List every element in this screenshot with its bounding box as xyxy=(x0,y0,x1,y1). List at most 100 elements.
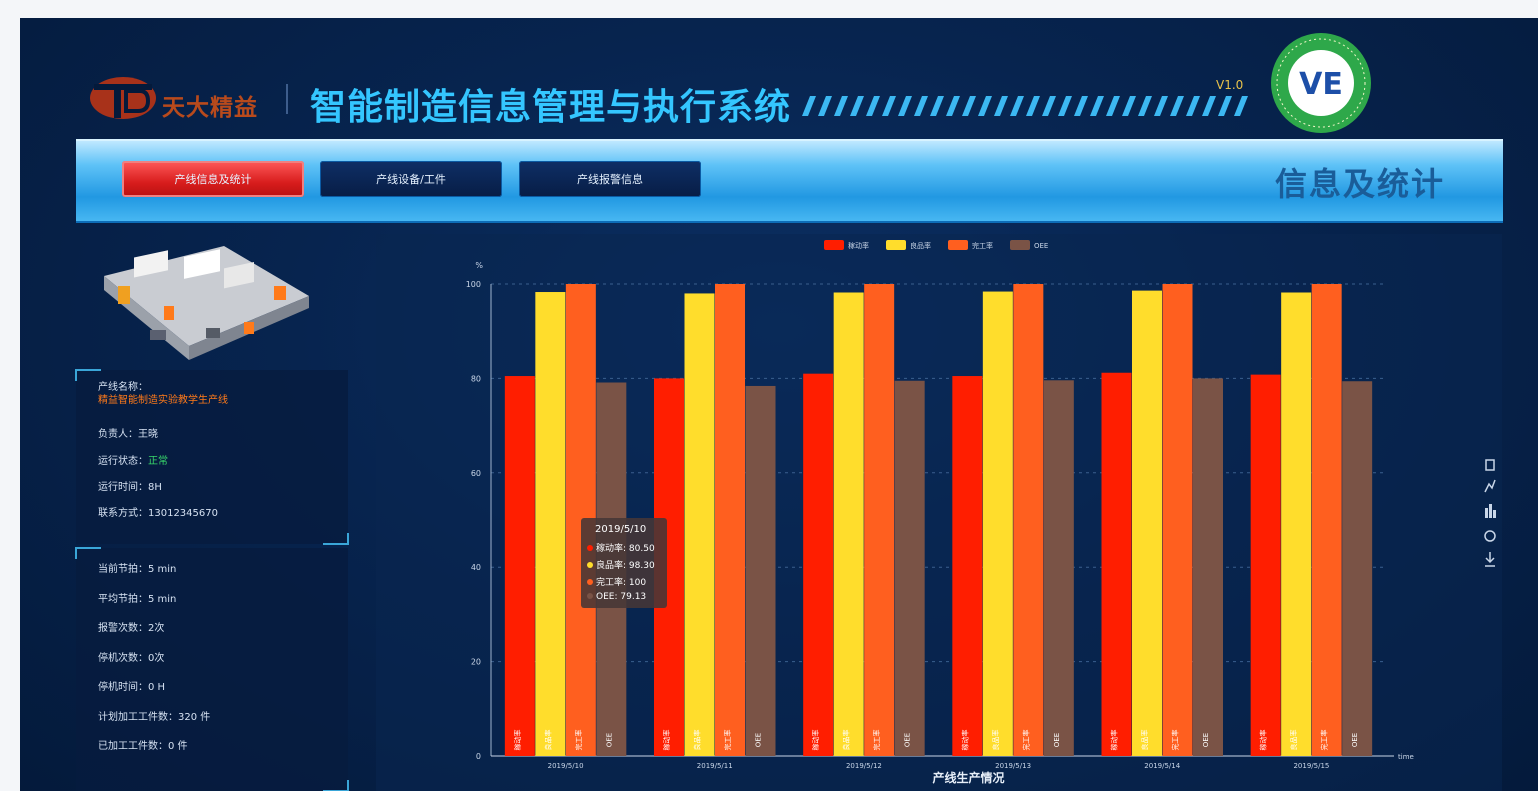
owner-row: 负责人：王晓 xyxy=(98,425,158,440)
legend-label: 良品率 xyxy=(910,241,931,250)
tooltip-dot xyxy=(587,579,593,585)
legend-swatch xyxy=(886,240,906,250)
tooltip-dot xyxy=(587,545,593,551)
bar-switch-icon[interactable] xyxy=(1485,504,1496,518)
tooltip-title: 2019/5/10 xyxy=(595,524,647,535)
contact-value: 13012345670 xyxy=(148,508,218,519)
panel-corner xyxy=(323,533,349,545)
tooltip-series: OEE xyxy=(596,592,615,602)
x-axis-unit: time xyxy=(1398,753,1414,761)
owner-value: 王晓 xyxy=(138,429,158,440)
bar xyxy=(535,292,566,756)
stat-value: 0 H xyxy=(148,682,166,693)
stat-row: 平均节拍：5 min xyxy=(98,590,176,605)
stat-value: 0 件 xyxy=(168,741,188,752)
x-tick-label: 2019/5/10 xyxy=(548,762,584,770)
bar xyxy=(1132,290,1162,756)
x-tick-label: 2019/5/12 xyxy=(846,762,882,770)
bar xyxy=(1101,372,1132,756)
tooltip-value: 98.30 xyxy=(628,561,655,571)
bar-value-label: 稼动率 xyxy=(960,730,969,751)
stat-row: 计划加工工件数：320 件 xyxy=(98,708,210,723)
bar xyxy=(1250,374,1281,756)
bar-value-label: 稼动率 xyxy=(662,730,671,751)
bar-value-label: 良品率 xyxy=(543,730,552,751)
y-tick-label: 20 xyxy=(471,658,481,667)
bar-value-label: 完工率 xyxy=(723,730,732,751)
tooltip-series: 良品率 xyxy=(596,561,624,571)
contact-row: 联系方式：13012345670 xyxy=(98,504,218,519)
stat-value: 320 件 xyxy=(178,712,211,723)
chart-tooltip: 2019/5/10 稼动率: 80.50 良品率: 98.30 完工率: 100… xyxy=(581,518,667,608)
bar-value-label: 稼动率 xyxy=(1110,730,1119,751)
legend-label: 完工率 xyxy=(972,241,993,250)
bar-value-label: 良品率 xyxy=(1140,730,1149,751)
tab-line-equipment[interactable]: 产线设备/工件 xyxy=(320,161,502,197)
stat-value: 5 min xyxy=(148,564,177,575)
legend-swatch xyxy=(1010,240,1030,250)
bar xyxy=(1193,378,1223,756)
tab-line-alarms[interactable]: 产线报警信息 xyxy=(519,161,701,197)
tooltip-series: 完工率 xyxy=(596,578,624,588)
bar-value-label: 稼动率 xyxy=(513,730,522,751)
y-axis-label: % xyxy=(475,261,483,270)
y-tick-label: 0 xyxy=(476,752,481,761)
bar xyxy=(952,376,983,756)
panel-corner xyxy=(75,547,101,559)
data-view-icon[interactable] xyxy=(1485,459,1495,471)
stat-label: 已加工工件数： xyxy=(98,741,168,752)
line-switch-icon[interactable] xyxy=(1484,479,1496,493)
legend-swatch xyxy=(948,240,968,250)
restore-icon[interactable] xyxy=(1484,530,1496,542)
stat-value: 5 min xyxy=(148,594,177,605)
tooltip-row: 稼动率: 80.50 xyxy=(587,541,655,554)
tooltip-value: 79.13 xyxy=(620,592,647,602)
bar-value-label: 完工率 xyxy=(872,730,881,751)
status-row: 运行状态：正常 xyxy=(98,452,168,467)
legend-swatch xyxy=(824,240,844,250)
tooltip-dot xyxy=(587,593,593,599)
tooltip-value: 80.50 xyxy=(628,544,655,554)
bar-value-label: 完工率 xyxy=(1320,730,1329,751)
bar-value-label: OEE xyxy=(1202,733,1210,747)
bar xyxy=(982,291,1013,756)
chart-title: 产线生产情况 xyxy=(932,770,1004,785)
download-icon[interactable] xyxy=(1485,552,1495,567)
bar-value-label: 稼动率 xyxy=(811,730,820,751)
contact-label: 联系方式： xyxy=(98,508,148,519)
status-value: 正常 xyxy=(148,456,168,467)
bar-value-label: 完工率 xyxy=(574,730,583,751)
company-logo-icon xyxy=(90,77,156,119)
ve-badge-text: VE xyxy=(1299,67,1343,102)
header-divider xyxy=(286,84,288,114)
stat-row: 报警次数：2次 xyxy=(98,619,164,634)
stat-row: 已加工工件数：0 件 xyxy=(98,737,188,752)
bar-value-label: 良品率 xyxy=(842,730,851,751)
y-tick-label: 60 xyxy=(471,469,481,478)
tooltip-value: 100 xyxy=(628,578,647,588)
tooltip-series: 稼动率 xyxy=(596,544,624,554)
bar xyxy=(833,292,864,756)
stat-row: 停机次数：0次 xyxy=(98,649,164,664)
bar xyxy=(1281,292,1312,756)
bar xyxy=(1013,284,1044,756)
line-name-value: 精益智能制造实验教学生产线 xyxy=(98,395,228,406)
status-label: 运行状态： xyxy=(98,456,148,467)
bar-value-label: OEE xyxy=(1351,733,1359,747)
bar-value-label: 良品率 xyxy=(693,730,702,751)
stat-label: 计划加工工件数： xyxy=(98,712,178,723)
production-bar-chart: 020406080100%time稼动率 良品率 完工率 OEE2019/5/10稼动… xyxy=(466,240,1414,785)
stat-label: 当前节拍： xyxy=(98,564,148,575)
stat-label: 报警次数： xyxy=(98,623,148,634)
stat-value: 2次 xyxy=(148,623,165,634)
x-tick-label: 2019/5/15 xyxy=(1293,762,1329,770)
stat-label: 停机次数： xyxy=(98,653,148,664)
bar-value-label: OEE xyxy=(605,733,613,747)
owner-label: 负责人： xyxy=(98,429,138,440)
chart-toolbox xyxy=(1484,459,1496,567)
legend-label: 稼动率 xyxy=(848,241,869,250)
stat-row: 当前节拍：5 min xyxy=(98,560,176,575)
tab-line-info-stats[interactable]: 产线信息及统计 xyxy=(122,161,304,197)
bar xyxy=(1043,380,1074,756)
tooltip-row: OEE: 79.13 xyxy=(587,592,646,602)
